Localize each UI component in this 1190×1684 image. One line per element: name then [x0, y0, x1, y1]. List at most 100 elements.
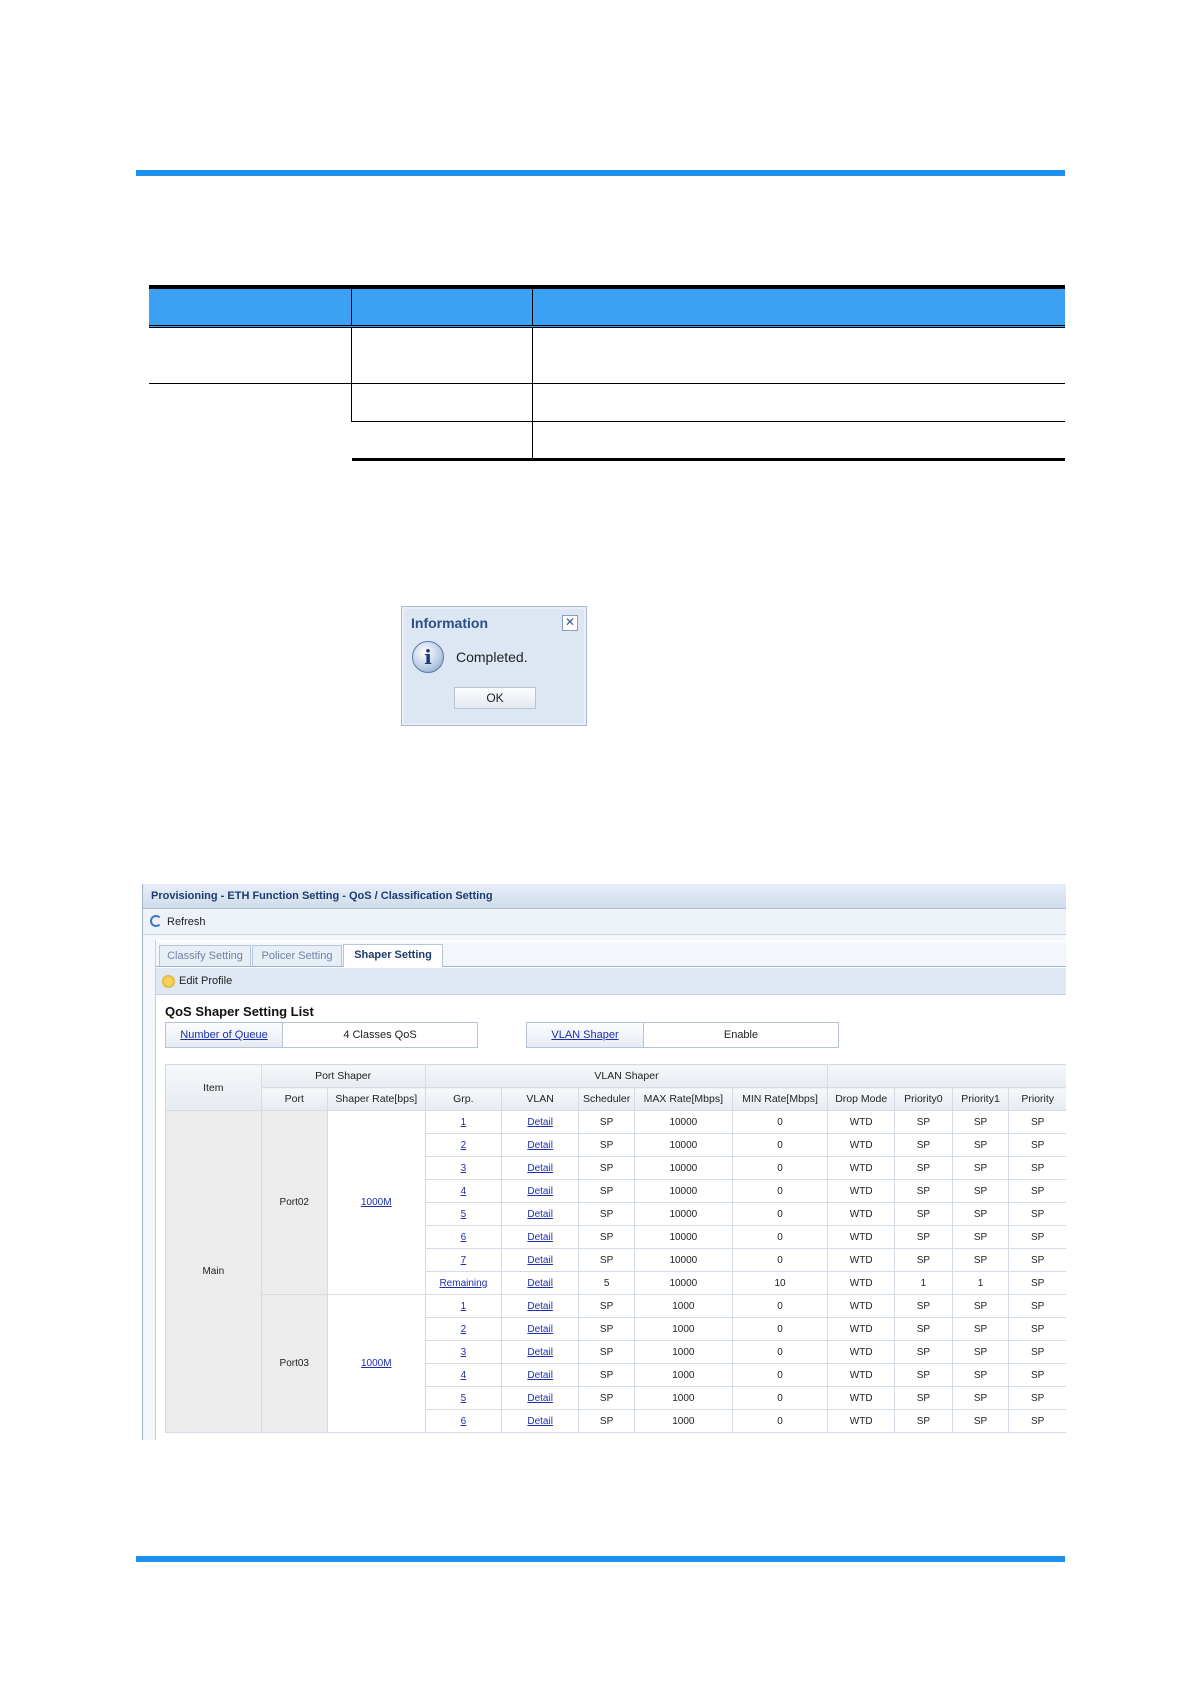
grp-cell: 4: [424, 1363, 503, 1387]
vlan-detail-link[interactable]: Detail: [527, 1370, 553, 1381]
vlan-cell: Detail: [501, 1248, 580, 1272]
header-scheduler: Scheduler: [578, 1087, 636, 1111]
edit-profile-icon[interactable]: [162, 975, 175, 988]
shaper-rate-cell: 1000M: [326, 1110, 426, 1295]
refresh-icon[interactable]: [150, 915, 162, 927]
document-table-header-cell: [532, 285, 1065, 328]
vlan-detail-link[interactable]: Detail: [527, 1163, 553, 1174]
vlan-cell: Detail: [501, 1409, 580, 1433]
priority0-cell: SP: [894, 1409, 953, 1433]
vlan-detail-link[interactable]: Detail: [527, 1301, 553, 1312]
scheduler-cell: SP: [578, 1110, 636, 1134]
header-priority0: Priority0: [894, 1087, 953, 1111]
vlan-cell: Detail: [501, 1225, 580, 1249]
priority-cell: SP: [1008, 1110, 1066, 1134]
number-of-queue-link[interactable]: Number of Queue: [166, 1023, 283, 1047]
grp-link[interactable]: 3: [461, 1347, 467, 1358]
vlan-detail-link[interactable]: Detail: [527, 1186, 553, 1197]
scheduler-cell: SP: [578, 1133, 636, 1157]
priority1-cell: SP: [951, 1156, 1010, 1180]
top-rule: [136, 170, 1065, 176]
drop-mode-cell: WTD: [827, 1248, 896, 1272]
app-title: Provisioning - ETH Function Setting - Qo…: [151, 890, 493, 902]
priority0-cell: SP: [894, 1179, 953, 1203]
dialog-message: Completed.: [456, 649, 528, 665]
shaper-rate-link[interactable]: 1000M: [361, 1197, 392, 1208]
vlan-detail-link[interactable]: Detail: [527, 1324, 553, 1335]
dialog-title: Information: [411, 615, 488, 631]
priority0-cell: SP: [894, 1202, 953, 1226]
vlan-detail-link[interactable]: Detail: [527, 1232, 553, 1243]
vlan-detail-link[interactable]: Detail: [527, 1209, 553, 1220]
grp-link[interactable]: 2: [461, 1140, 467, 1151]
close-icon[interactable]: ✕: [562, 615, 578, 631]
grp-link[interactable]: 1: [461, 1117, 467, 1128]
priority0-cell: SP: [894, 1110, 953, 1134]
vlan-detail-link[interactable]: Detail: [527, 1117, 553, 1128]
shaper-rate-link[interactable]: 1000M: [361, 1358, 392, 1369]
vlan-detail-link[interactable]: Detail: [527, 1393, 553, 1404]
edit-profile-button[interactable]: Edit Profile: [179, 975, 232, 987]
grp-link[interactable]: 4: [461, 1186, 467, 1197]
priority1-cell: SP: [951, 1317, 1010, 1341]
min-rate-cell: 0: [731, 1133, 829, 1157]
scheduler-cell: SP: [578, 1363, 636, 1387]
grp-cell: 5: [424, 1202, 503, 1226]
drop-mode-cell: WTD: [827, 1386, 896, 1410]
shaper-table-body: Main Port02 1000M 1 Detail SP 10000 0 WTD SP SP SP 2…: [165, 1110, 1066, 1433]
grp-cell: Remaining: [424, 1271, 503, 1295]
vlan-cell: Detail: [501, 1110, 580, 1134]
document-table-cell: [351, 421, 533, 461]
vlan-detail-link[interactable]: Detail: [527, 1278, 553, 1289]
vlan-detail-link[interactable]: Detail: [527, 1416, 553, 1427]
header-priority: Priority: [1008, 1087, 1066, 1111]
vlan-cell: Detail: [501, 1202, 580, 1226]
grp-link[interactable]: 6: [461, 1232, 467, 1243]
tab-classify-setting[interactable]: Classify Setting: [159, 945, 251, 966]
priority0-cell: 1: [894, 1271, 953, 1295]
grp-link[interactable]: 6: [461, 1416, 467, 1427]
document-table-header-cell: [351, 285, 533, 328]
max-rate-cell: 1000: [634, 1340, 733, 1364]
tab-policer-setting[interactable]: Policer Setting: [252, 945, 342, 966]
priority0-cell: SP: [894, 1248, 953, 1272]
grp-link[interactable]: 5: [461, 1209, 467, 1220]
priority-cell: SP: [1008, 1156, 1066, 1180]
scheduler-cell: SP: [578, 1156, 636, 1180]
tab-shaper-setting[interactable]: Shaper Setting: [343, 944, 443, 967]
shaper-table: Item Port Shaper VLAN Shaper Port Shaper…: [165, 1064, 1066, 1433]
grp-link[interactable]: 4: [461, 1370, 467, 1381]
vlan-shaper-link[interactable]: VLAN Shaper: [527, 1023, 644, 1047]
document-table-cell: [532, 383, 1065, 422]
grp-link[interactable]: 2: [461, 1324, 467, 1335]
grp-link[interactable]: 5: [461, 1393, 467, 1404]
vlan-cell: Detail: [501, 1294, 580, 1318]
document-table-cell: [532, 326, 1065, 384]
grp-link[interactable]: 1: [461, 1301, 467, 1312]
priority0-cell: SP: [894, 1156, 953, 1180]
drop-mode-cell: WTD: [827, 1294, 896, 1318]
header-vlan-shaper: VLAN Shaper: [424, 1064, 829, 1088]
priority-cell: SP: [1008, 1386, 1066, 1410]
header-shaper-rate: Shaper Rate[bps]: [326, 1087, 426, 1111]
priority1-cell: SP: [951, 1340, 1010, 1364]
vlan-detail-link[interactable]: Detail: [527, 1347, 553, 1358]
drop-mode-cell: WTD: [827, 1363, 896, 1387]
max-rate-cell: 10000: [634, 1110, 733, 1134]
grp-link[interactable]: 7: [461, 1255, 467, 1266]
vlan-cell: Detail: [501, 1271, 580, 1295]
grp-link[interactable]: Remaining: [439, 1278, 487, 1289]
drop-mode-cell: WTD: [827, 1317, 896, 1341]
header-blank-group: [827, 1064, 1066, 1088]
scheduler-cell: SP: [578, 1202, 636, 1226]
vlan-detail-link[interactable]: Detail: [527, 1255, 553, 1266]
grp-link[interactable]: 3: [461, 1163, 467, 1174]
header-vlan: VLAN: [501, 1087, 580, 1111]
min-rate-cell: 0: [731, 1110, 829, 1134]
min-rate-cell: 0: [731, 1225, 829, 1249]
priority-cell: SP: [1008, 1225, 1066, 1249]
refresh-button[interactable]: Refresh: [167, 916, 206, 928]
ok-button[interactable]: OK: [454, 687, 536, 709]
vlan-detail-link[interactable]: Detail: [527, 1140, 553, 1151]
priority1-cell: SP: [951, 1225, 1010, 1249]
